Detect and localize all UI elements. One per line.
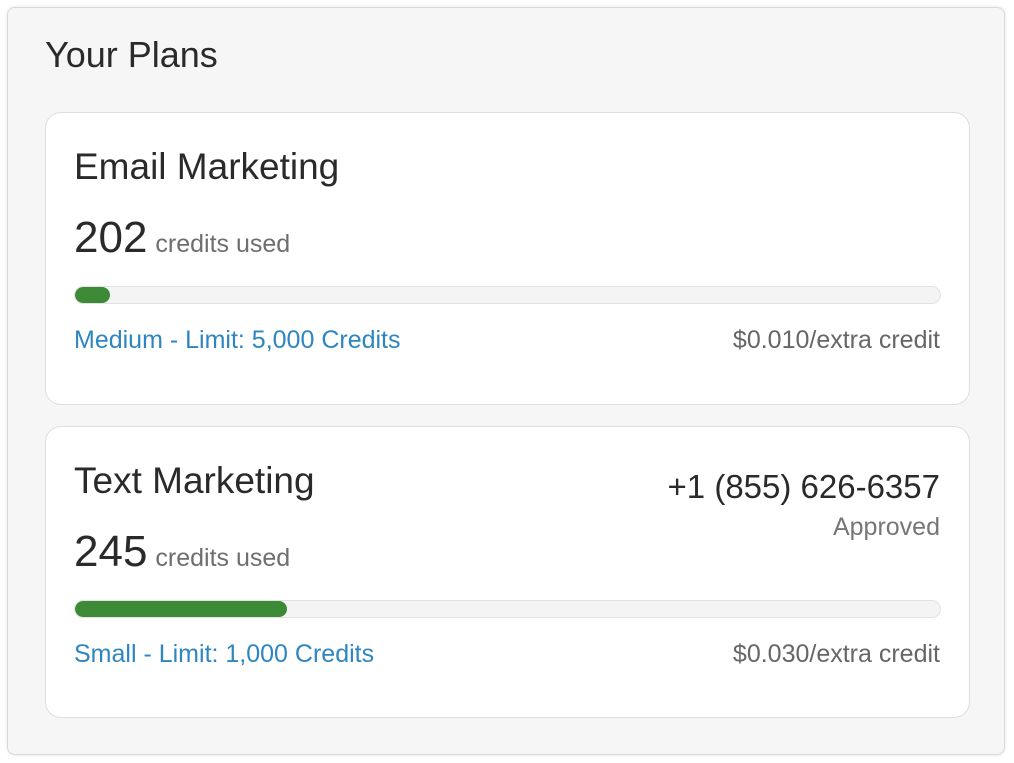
text-usage-progress-bar [74, 600, 941, 618]
text-marketing-card: Text Marketing +1 (855) 626-6357 Approve… [45, 426, 970, 718]
text-extra-credit-rate: $0.030/extra credit [732, 640, 940, 668]
email-credits-number: 202 [74, 213, 148, 262]
text-plan-title: Text Marketing [74, 460, 315, 501]
text-credits-row: 245 credits used [74, 527, 290, 577]
text-usage-progress-fill [75, 601, 287, 617]
text-credits-suffix: credits used [155, 544, 291, 572]
email-plan-title: Email Marketing [74, 146, 340, 187]
email-usage-progress-fill [75, 287, 110, 303]
email-usage-progress-bar [74, 286, 941, 304]
plans-panel: Your Plans Email Marketing 202 credits us… [7, 7, 1005, 755]
text-credits-number: 245 [74, 527, 148, 576]
panel-title: Your Plans [45, 34, 218, 75]
text-plan-limit-link[interactable]: Small - Limit: 1,000 Credits [74, 638, 374, 670]
email-marketing-card: Email Marketing 202 credits used Medium -… [45, 112, 970, 405]
text-phone-status: Approved [832, 513, 940, 541]
email-credits-row: 202 credits used [74, 213, 290, 263]
text-phone-number: +1 (855) 626-6357 [667, 468, 940, 505]
email-plan-limit-link[interactable]: Medium - Limit: 5,000 Credits [74, 324, 401, 356]
email-extra-credit-rate: $0.010/extra credit [732, 326, 940, 354]
email-credits-suffix: credits used [155, 230, 291, 258]
